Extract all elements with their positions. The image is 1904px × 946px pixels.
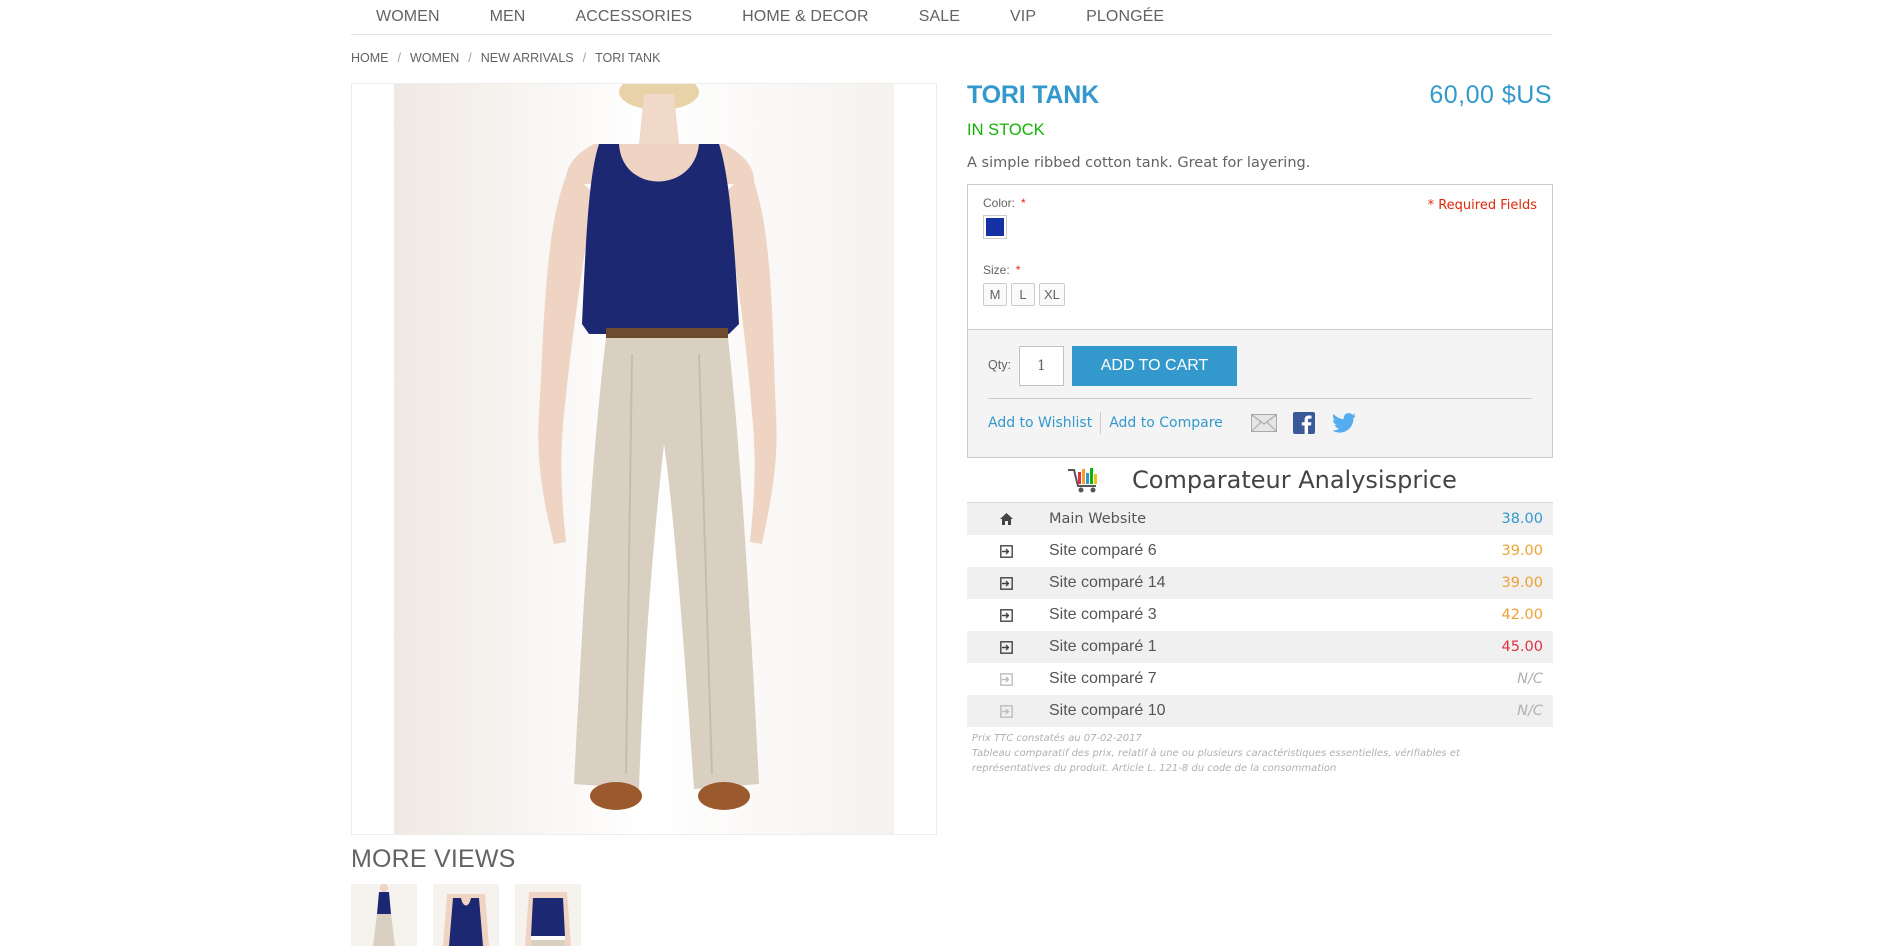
nav-item-accessories[interactable]: ACCESSORIES xyxy=(575,8,692,26)
external-site-icon xyxy=(998,543,1014,559)
comparator-row[interactable]: Site comparé 10 N/C xyxy=(967,695,1553,727)
breadcrumb: HOME / WOMEN / NEW ARRIVALS / TORI TANK xyxy=(351,51,660,65)
color-swatch-blue[interactable] xyxy=(983,215,1007,239)
size-label: Size: xyxy=(983,263,1010,277)
nav-item-men[interactable]: MEN xyxy=(490,8,526,26)
thumbnail-list xyxy=(351,884,597,946)
breadcrumb-separator: / xyxy=(397,51,401,65)
color-swatch-fill xyxy=(986,218,1004,236)
share-icons xyxy=(1250,412,1371,434)
qty-input[interactable] xyxy=(1019,346,1064,386)
required-marker: * xyxy=(1021,196,1026,210)
breadcrumb-home[interactable]: HOME xyxy=(351,51,389,65)
comparator-site-price: 45.00 xyxy=(1501,639,1543,655)
external-site-icon xyxy=(998,607,1014,623)
product-links: Add to Wishlist Add to Compare xyxy=(988,412,1371,434)
comparator-site-name: Site comparé 14 xyxy=(1049,574,1166,591)
stock-status: IN STOCK xyxy=(967,121,1045,139)
main-navigation: WOMEN MEN ACCESSORIES HOME & DECOR SALE … xyxy=(351,0,1552,35)
comparator-note-date: Prix TTC constatés au 07-02-2017 xyxy=(972,733,1142,744)
comparator-row[interactable]: Site comparé 6 39.00 xyxy=(967,535,1553,567)
comparator-table: Main Website 38.00 Site comparé 6 39.00 Site… xyxy=(967,502,1553,727)
nav-item-sale[interactable]: SALE xyxy=(919,8,960,26)
breadcrumb-separator: / xyxy=(468,51,472,65)
comparator-note: Prix TTC constatés au 07-02-2017 Tableau… xyxy=(972,731,1492,776)
comparator-title: Comparateur Analysisprice xyxy=(1132,466,1457,494)
email-icon[interactable] xyxy=(1250,412,1277,434)
comparator-row[interactable]: Site comparé 7 N/C xyxy=(967,663,1553,695)
comparator-row[interactable]: Site comparé 1 45.00 xyxy=(967,631,1553,663)
add-to-cart-button[interactable]: ADD TO CART xyxy=(1072,346,1237,386)
breadcrumb-current: TORI TANK xyxy=(595,51,661,65)
external-site-icon xyxy=(998,575,1014,591)
home-icon xyxy=(998,511,1014,527)
add-to-cart-box: Qty: ADD TO CART Add to Wishlist Add to … xyxy=(967,329,1553,458)
comparator-row[interactable]: Main Website 38.00 xyxy=(967,503,1553,535)
link-separator xyxy=(1100,412,1102,434)
comparator-site-price: 39.00 xyxy=(1501,575,1543,591)
external-site-icon xyxy=(998,703,1014,719)
product-main-image[interactable] xyxy=(351,83,937,835)
comparator-row[interactable]: Site comparé 14 39.00 xyxy=(967,567,1553,599)
comparator-site-name: Site comparé 10 xyxy=(1049,702,1166,719)
thumbnail-1[interactable] xyxy=(351,884,417,946)
thumbnail-2[interactable] xyxy=(433,884,499,946)
external-site-icon xyxy=(998,671,1014,687)
breadcrumb-separator: / xyxy=(582,51,587,65)
required-marker: * xyxy=(1015,263,1021,277)
comparator-site-price: N/C xyxy=(1517,703,1543,719)
comparator-site-price: 39.00 xyxy=(1501,543,1543,559)
divider xyxy=(988,398,1532,399)
external-site-icon xyxy=(998,639,1014,655)
nav-item-home-decor[interactable]: HOME & DECOR xyxy=(742,8,869,26)
comparator-site-name: Main Website xyxy=(1049,511,1147,527)
twitter-icon[interactable] xyxy=(1331,412,1357,434)
color-label: Color: xyxy=(983,196,1016,210)
size-option-l[interactable]: L xyxy=(1011,283,1035,306)
breadcrumb-new-arrivals[interactable]: NEW ARRIVALS xyxy=(481,51,574,65)
facebook-icon[interactable] xyxy=(1291,412,1317,434)
nav-item-vip[interactable]: VIP xyxy=(1010,8,1036,26)
color-label-row: Color: * xyxy=(983,196,1026,210)
thumbnail-3[interactable] xyxy=(515,884,581,946)
size-options: M L XL xyxy=(983,283,1069,306)
comparator-site-price: 38.00 xyxy=(1501,511,1543,527)
comparator-header: Comparateur Analysisprice xyxy=(1066,466,1457,494)
product-description: A simple ribbed cotton tank. Great for l… xyxy=(967,155,1311,171)
required-fields-note: * Required Fields xyxy=(1427,198,1537,213)
comparator-logo-icon xyxy=(1068,468,1097,493)
product-name: TORI TANK xyxy=(967,81,1099,109)
comparator-site-name: Site comparé 1 xyxy=(1049,638,1157,655)
product-price: 60,00 $US xyxy=(1429,81,1552,109)
nav-item-plongee[interactable]: PLONGÉE xyxy=(1086,8,1164,26)
size-label-row: Size: * xyxy=(983,263,1020,277)
product-options: Color: * * Required Fields Size: * M L XL xyxy=(967,184,1553,330)
breadcrumb-women[interactable]: WOMEN xyxy=(410,51,459,65)
size-option-m[interactable]: M xyxy=(983,283,1007,306)
comparator-note-legal: Tableau comparatif des prix, relatif à u… xyxy=(972,748,1460,774)
add-to-compare-link[interactable]: Add to Compare xyxy=(1109,415,1223,431)
model-illustration xyxy=(394,84,894,834)
comparator-site-name: Site comparé 3 xyxy=(1049,606,1157,623)
add-to-wishlist-link[interactable]: Add to Wishlist xyxy=(988,415,1092,431)
comparator-row[interactable]: Site comparé 3 42.00 xyxy=(967,599,1553,631)
comparator-site-name: Site comparé 7 xyxy=(1049,670,1157,687)
product-photo xyxy=(394,84,894,834)
comparator-site-name: Site comparé 6 xyxy=(1049,542,1157,559)
nav-item-women[interactable]: WOMEN xyxy=(376,8,440,26)
comparator-site-price: N/C xyxy=(1517,671,1543,687)
more-views-title: MORE VIEWS xyxy=(351,845,516,873)
qty-label: Qty: xyxy=(988,358,1011,372)
comparator-site-price: 42.00 xyxy=(1501,607,1543,623)
size-option-xl[interactable]: XL xyxy=(1039,283,1065,306)
